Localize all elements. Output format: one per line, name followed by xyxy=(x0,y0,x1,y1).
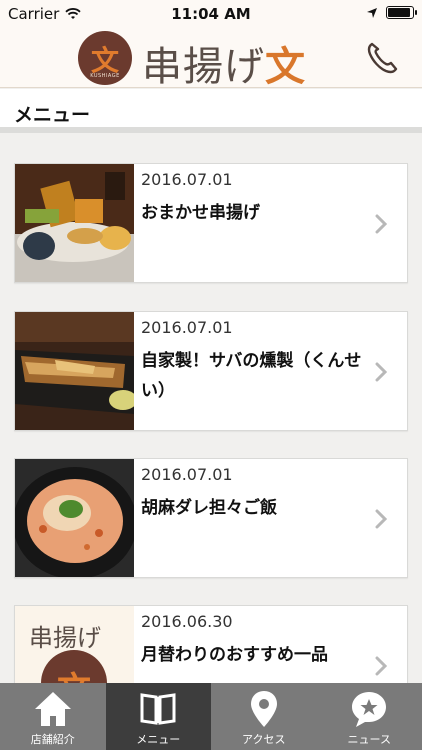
tab-access[interactable]: アクセス xyxy=(211,683,317,750)
location-arrow-icon xyxy=(367,7,377,18)
page-title: メニュー xyxy=(14,104,91,126)
menu-item-title: 胡麻ダレ担々ご飯 xyxy=(141,498,277,518)
menu-item-thumbnail xyxy=(15,312,134,430)
brand-title-main: 串揚げ xyxy=(142,44,265,90)
star-bubble-icon xyxy=(352,692,387,727)
status-right xyxy=(366,6,417,19)
phone-icon xyxy=(367,42,398,74)
menu-item-card[interactable]: 2016.07.01 自家製！サバの燻製（くんせい） xyxy=(14,311,408,431)
tab-bar: 店舗紹介 メニュー アクセス ニュース xyxy=(0,683,422,750)
menu-item-title: 自家製！サバの燻製（くんせい） xyxy=(141,351,362,401)
menu-item-thumbnail xyxy=(15,164,134,282)
app-header: 文 KUSHIAGE 串揚げ文 xyxy=(0,28,422,90)
brand-title: 串揚げ文 xyxy=(142,34,306,92)
status-time: 11:04 AM xyxy=(171,5,251,23)
battery-icon xyxy=(386,6,417,19)
menu-item-title: 月替わりのおすすめ一品 xyxy=(141,645,328,665)
tab-label: メニュー xyxy=(136,733,181,746)
logo-subtitle: KUSHIAGE xyxy=(90,73,120,79)
logo: 文 KUSHIAGE xyxy=(78,31,132,85)
menu-item-card[interactable]: 2016.07.01 胡麻ダレ担々ご飯 xyxy=(14,458,408,578)
tab-news[interactable]: ニュース xyxy=(317,683,422,750)
menu-item-title: おまかせ串揚げ xyxy=(141,203,260,223)
home-icon xyxy=(34,692,71,726)
section-header: メニュー xyxy=(0,89,422,133)
book-icon xyxy=(140,693,176,725)
tab-store-info[interactable]: 店舗紹介 xyxy=(0,683,106,750)
brand-title-accent: 文 xyxy=(265,43,306,90)
map-pin-icon xyxy=(250,691,277,727)
menu-item-date: 2016.07.01 xyxy=(141,465,233,484)
chevron-right-icon xyxy=(375,214,387,234)
menu-item-thumbnail xyxy=(15,459,134,577)
tab-label: アクセス xyxy=(242,733,286,746)
status-bar: Carrier 11:04 AM xyxy=(0,0,422,28)
chevron-right-icon xyxy=(375,656,387,676)
menu-item-date: 2016.07.01 xyxy=(141,318,233,337)
chevron-right-icon xyxy=(375,362,387,382)
tab-label: ニュース xyxy=(347,733,391,746)
thumbnail-logo-text: 串揚げ xyxy=(29,624,101,652)
phone-button[interactable] xyxy=(364,40,400,76)
menu-item-card[interactable]: 2016.07.01 おまかせ串揚げ xyxy=(14,163,408,283)
menu-item-date: 2016.07.01 xyxy=(141,170,233,189)
chevron-right-icon xyxy=(375,509,387,529)
menu-item-date: 2016.06.30 xyxy=(141,612,233,631)
tab-menu[interactable]: メニュー xyxy=(105,683,211,750)
tab-label: 店舗紹介 xyxy=(30,733,75,746)
